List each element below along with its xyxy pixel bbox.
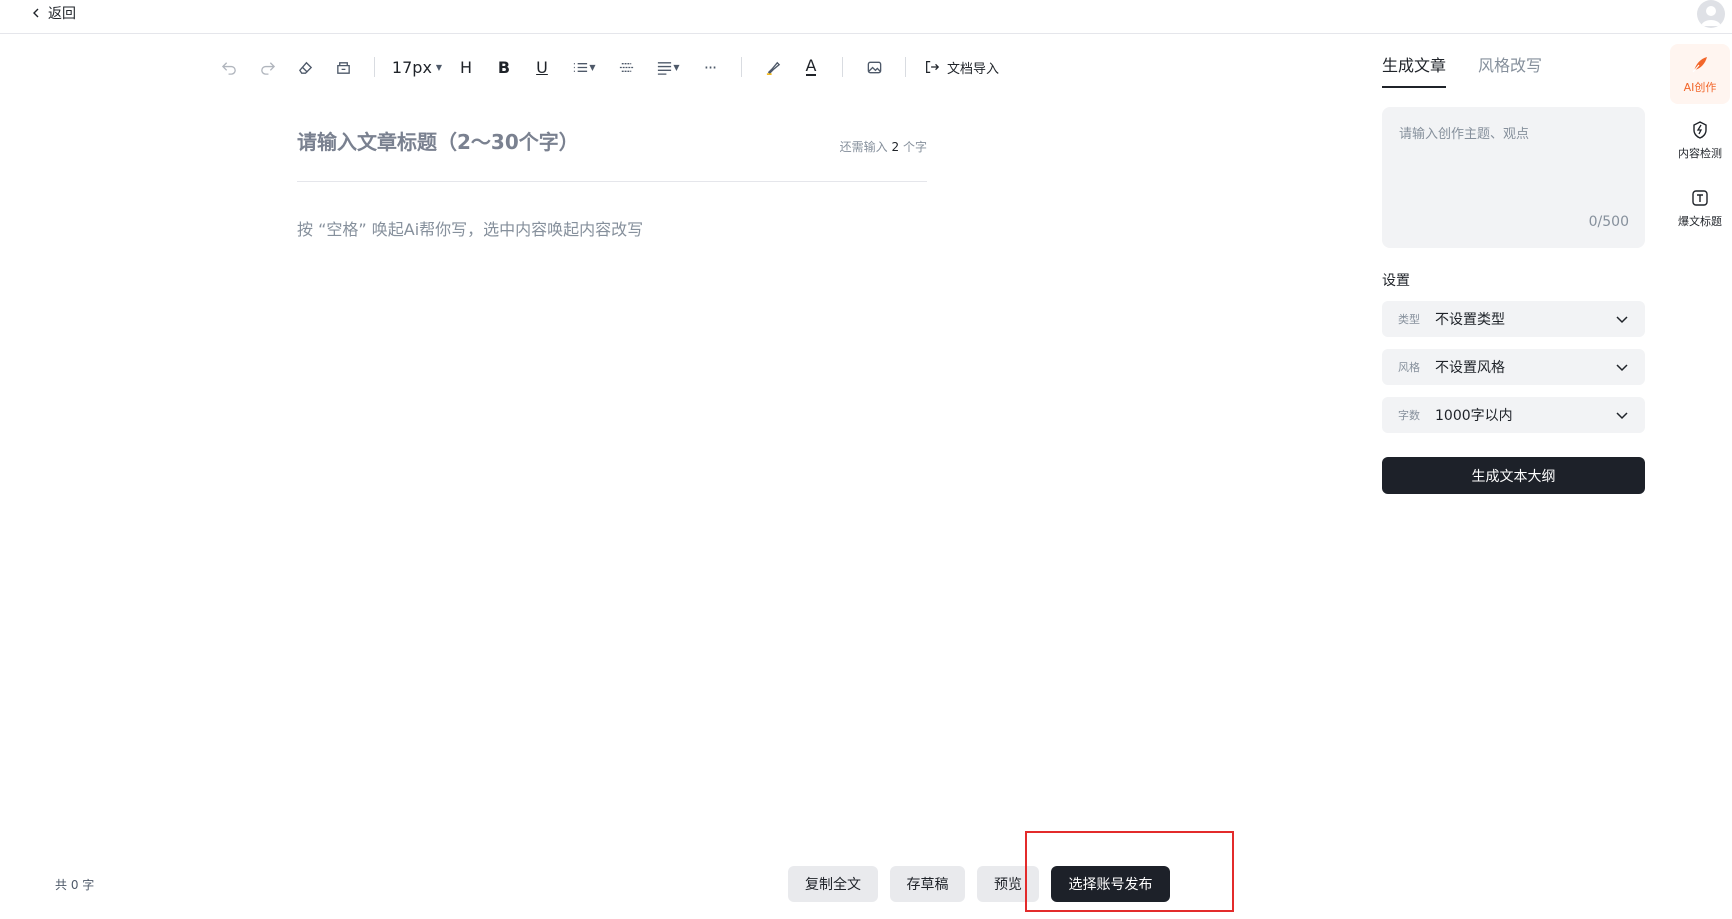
- rail-item-ai-create[interactable]: AI创作: [1670, 44, 1730, 104]
- horizontal-rule-icon: [619, 62, 633, 72]
- topic-input[interactable]: [1382, 107, 1645, 217]
- undo-icon: [221, 61, 236, 75]
- settings-label: 设置: [1382, 273, 1410, 289]
- import-label: 文档导入: [947, 61, 1000, 77]
- select-value: 1000字以内: [1435, 408, 1513, 424]
- toolbar-divider: [374, 57, 375, 77]
- title-row: 还需输入 2 个字: [297, 130, 927, 182]
- body-editor[interactable]: 按 “空格” 唤起Ai帮你写，选中内容唤起内容改写: [297, 216, 643, 240]
- select-key: 类型: [1398, 313, 1420, 326]
- generate-outline-button[interactable]: 生成文本大纲: [1382, 457, 1645, 494]
- highlight-button[interactable]: [754, 52, 792, 82]
- underline-icon: U: [536, 57, 548, 77]
- chevron-down-icon: [1616, 412, 1628, 420]
- word-count: 共 0 字: [55, 878, 95, 892]
- caret-down-icon: ▼: [673, 62, 680, 72]
- redo-icon: [260, 61, 275, 75]
- title-count-suffix: 个字: [902, 140, 927, 154]
- chevron-left-icon: [33, 8, 39, 18]
- rail-item-content-check[interactable]: 内容检测: [1670, 110, 1730, 170]
- more-icon: ···: [703, 57, 717, 77]
- back-label: 返回: [48, 6, 76, 22]
- divider-line-button[interactable]: [607, 52, 645, 82]
- top-bar: 返回: [0, 0, 1732, 34]
- word-count-select[interactable]: 字数 1000字以内: [1382, 397, 1645, 433]
- insert-image-button[interactable]: [855, 52, 893, 82]
- heading-button[interactable]: H: [447, 52, 485, 82]
- topic-char-count: 0/500: [1588, 214, 1629, 230]
- select-key: 字数: [1398, 409, 1420, 422]
- rail-item-label: AI创作: [1683, 80, 1717, 94]
- eraser-icon: [298, 61, 312, 74]
- caret-down-icon: ▼: [435, 62, 443, 72]
- format-painter-button[interactable]: [324, 52, 362, 82]
- ai-panel: 生成文章 风格改写 0/500 设置 类型 不设置类型 风格 不设置风格 字数 …: [1382, 52, 1645, 494]
- paint-bucket-icon: [336, 61, 350, 74]
- select-key: 风格: [1398, 361, 1420, 374]
- toolbar-divider: [905, 57, 906, 77]
- tab-generate-article[interactable]: 生成文章: [1382, 52, 1447, 88]
- heading-icon: H: [459, 57, 473, 77]
- toolbar-divider: [842, 57, 843, 77]
- preview-button[interactable]: 预览: [977, 866, 1039, 902]
- import-icon: [926, 61, 940, 73]
- publish-select-account-button[interactable]: 选择账号发布: [1051, 866, 1170, 902]
- import-document-button[interactable]: 文档导入: [924, 58, 999, 77]
- rail-item-viral-title[interactable]: 爆文标题: [1670, 178, 1730, 238]
- title-count-prefix: 还需输入: [839, 140, 888, 154]
- rail-item-label: 内容检测: [1678, 146, 1722, 160]
- underline-button[interactable]: U: [523, 52, 561, 82]
- clear-format-button[interactable]: [286, 52, 324, 82]
- more-button[interactable]: ···: [691, 52, 729, 82]
- save-draft-button[interactable]: 存草稿: [890, 866, 965, 902]
- title-remaining-count: 还需输入 2 个字: [840, 138, 927, 155]
- title-count-value: 2: [891, 140, 900, 154]
- shield-bolt-icon: [1693, 120, 1707, 139]
- rail-item-label: 爆文标题: [1678, 214, 1722, 228]
- font-size-select[interactable]: 17px ▼: [387, 58, 447, 77]
- select-value: 不设置类型: [1435, 312, 1505, 328]
- toolbar-divider: [741, 57, 742, 77]
- avatar[interactable]: [1697, 0, 1725, 28]
- chevron-down-icon: [1616, 364, 1628, 372]
- image-icon: [867, 61, 881, 73]
- list-icon: [574, 62, 588, 72]
- bold-button[interactable]: B: [485, 52, 523, 82]
- highlighter-icon: [766, 61, 780, 75]
- font-size-value: 17px: [391, 57, 432, 77]
- copy-all-button[interactable]: 复制全文: [788, 866, 878, 902]
- undo-button[interactable]: [210, 52, 248, 82]
- align-left-icon: [658, 61, 672, 75]
- panel-tabs: 生成文章 风格改写: [1382, 52, 1645, 88]
- list-button[interactable]: ▼: [561, 52, 607, 82]
- select-value: 不设置风格: [1435, 360, 1505, 376]
- tab-style-rewrite[interactable]: 风格改写: [1478, 52, 1542, 88]
- redo-button[interactable]: [248, 52, 286, 82]
- text-t-icon: [1692, 189, 1708, 206]
- bold-icon: B: [497, 57, 511, 77]
- text-color-icon: A: [805, 56, 817, 76]
- user-icon: [1701, 6, 1721, 26]
- align-button[interactable]: ▼: [645, 52, 691, 82]
- back-button[interactable]: 返回: [30, 3, 76, 23]
- style-select[interactable]: 风格 不设置风格: [1382, 349, 1645, 385]
- chevron-down-icon: [1616, 316, 1628, 324]
- editor-toolbar: 17px ▼ H B U ▼ ▼ ··· A 文档导入: [210, 52, 999, 82]
- text-color-button[interactable]: A: [792, 52, 830, 82]
- feather-icon: [1692, 56, 1707, 72]
- caret-down-icon: ▼: [589, 62, 596, 72]
- type-select[interactable]: 类型 不设置类型: [1382, 301, 1645, 337]
- title-input[interactable]: [297, 130, 797, 154]
- topic-box: 0/500: [1382, 107, 1645, 248]
